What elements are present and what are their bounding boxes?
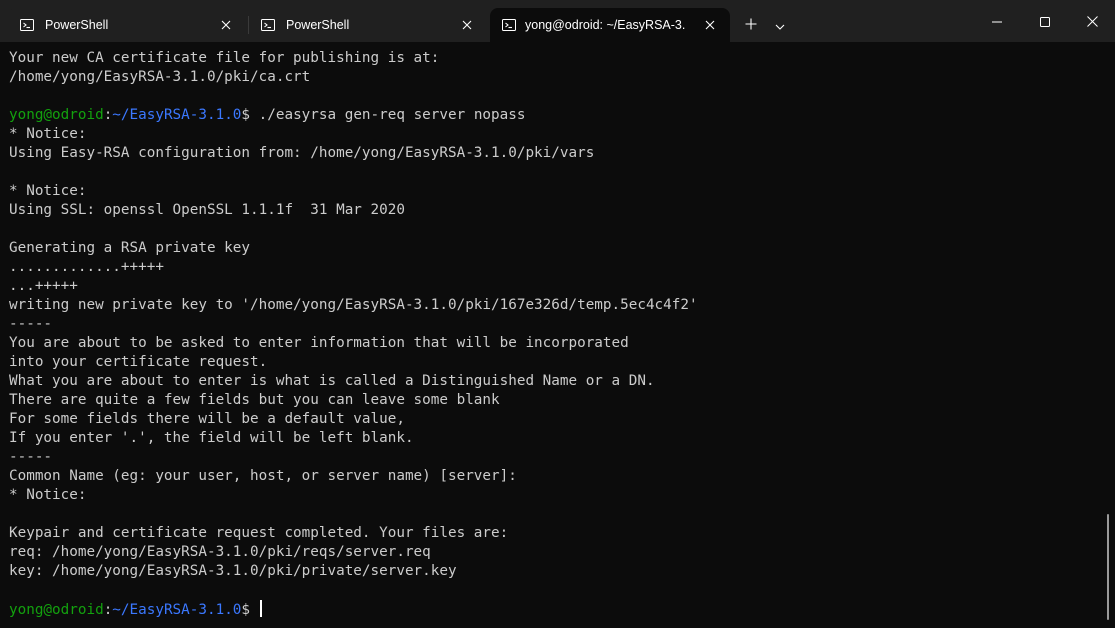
close-icon [1086, 12, 1098, 31]
minimize-icon [992, 12, 1002, 31]
maximize-icon [1040, 12, 1050, 31]
output-line: ...+++++ [9, 278, 78, 294]
terminal-window: PowerShell PowerShell yong@odroid: ~/Eas… [0, 0, 1115, 628]
close-tab-icon[interactable] [455, 13, 479, 37]
output-line: Using Easy-RSA configuration from: /home… [9, 145, 595, 161]
output-line: req: /home/yong/EasyRSA-3.1.0/pki/reqs/s… [9, 544, 431, 560]
terminal-icon [501, 17, 517, 33]
new-tab-button[interactable] [738, 11, 764, 37]
output-line: writing new private key to '/home/yong/E… [9, 297, 698, 313]
tab-ssh-session[interactable]: yong@odroid: ~/EasyRSA-3.1. [490, 8, 730, 42]
close-window-button[interactable] [1069, 0, 1115, 42]
output-line: * Notice: [9, 183, 87, 199]
prompt-path: ~/EasyRSA-3.1.0 [112, 602, 242, 618]
terminal-output[interactable]: Your new CA certificate file for publish… [9, 49, 1099, 624]
prompt-line: yong@odroid:~/EasyRSA-3.1.0$ ./easyrsa g… [9, 106, 1099, 125]
output-line: For some fields there will be a default … [9, 411, 405, 427]
prompt-path: ~/EasyRSA-3.1.0 [112, 107, 242, 123]
output-line: .............+++++ [9, 259, 164, 275]
prompt-symbol: $ [241, 602, 259, 618]
output-line: ----- [9, 316, 53, 332]
title-bar[interactable]: PowerShell PowerShell yong@odroid: ~/Eas… [0, 0, 1115, 42]
prompt-user: yong@odroid [9, 107, 104, 123]
output-line: * Notice: [9, 487, 87, 503]
prompt-user: yong@odroid [9, 602, 104, 618]
output-line: Common Name (eg: your user, host, or ser… [9, 468, 517, 484]
output-line: ----- [9, 449, 53, 465]
output-line: key: /home/yong/EasyRSA-3.1.0/pki/privat… [9, 563, 457, 579]
output-line: Generating a RSA private key [9, 240, 251, 256]
chevron-down-icon [775, 15, 785, 34]
prompt-separator: : [103, 107, 113, 123]
output-line: There are quite a few fields but you can… [9, 392, 500, 408]
tab-label: yong@odroid: ~/EasyRSA-3.1. [525, 18, 685, 32]
output-line: What you are about to enter is what is c… [9, 373, 655, 389]
output-line: Your new CA certificate file for publish… [9, 50, 440, 66]
close-tab-icon[interactable] [698, 13, 722, 37]
tab-label: PowerShell [286, 18, 350, 32]
output-line: Using SSL: openssl OpenSSL 1.1.1f 31 Mar… [9, 202, 405, 218]
prompt-line: yong@odroid:~/EasyRSA-3.1.0$ [9, 600, 1099, 619]
maximize-button[interactable] [1022, 0, 1068, 42]
tab-dropdown-button[interactable] [768, 11, 792, 37]
powershell-icon [260, 17, 276, 33]
powershell-icon [19, 17, 35, 33]
output-line: /home/yong/EasyRSA-3.1.0/pki/ca.crt [9, 69, 311, 85]
close-tab-icon[interactable] [214, 13, 238, 37]
minimize-button[interactable] [974, 0, 1020, 42]
text-cursor [259, 600, 262, 617]
output-line: into your certificate request. [9, 354, 268, 370]
output-line: * Notice: [9, 126, 87, 142]
tab-label: PowerShell [45, 18, 109, 32]
tab-powershell-1[interactable]: PowerShell [8, 8, 246, 42]
output-line: You are about to be asked to enter infor… [9, 335, 629, 351]
scrollbar-thumb[interactable] [1107, 514, 1109, 620]
tab-powershell-2[interactable]: PowerShell [249, 8, 487, 42]
output-line: If you enter '.', the field will be left… [9, 430, 414, 446]
output-line: Keypair and certificate request complete… [9, 525, 509, 541]
command-text: ./easyrsa gen-req server nopass [258, 107, 526, 123]
prompt-separator: : [103, 602, 113, 618]
plus-icon [745, 15, 757, 34]
prompt-symbol: $ [241, 107, 259, 123]
